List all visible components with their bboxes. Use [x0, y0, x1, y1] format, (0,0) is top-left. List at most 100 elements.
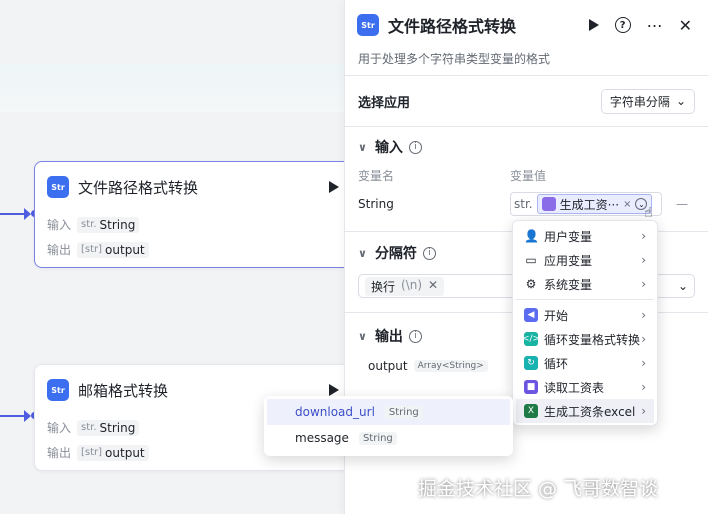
type-prefix: [str]	[81, 447, 103, 458]
dd-item-label: 生成工资条excel	[544, 404, 636, 419]
variable-picker-dropdown[interactable]: 👤 用户变量 › ▭ 应用变量 › ⚙ 系统变量 › ◀ 开始 › </> 循环…	[512, 220, 658, 426]
output-item-name: download_url	[295, 405, 375, 419]
input-value: String	[99, 217, 136, 232]
type-prefix: str.	[81, 219, 97, 230]
hand-cursor-icon: ☝	[644, 205, 653, 221]
chevron-right-icon: ›	[641, 356, 646, 370]
output-tag: [str] output	[77, 241, 149, 258]
dd-item-app-vars[interactable]: ▭ 应用变量 ›	[516, 248, 654, 272]
var-value-field[interactable]: str. 生成工资··· × ⌄	[510, 192, 662, 216]
box-icon: ■	[524, 380, 538, 394]
select-app-label: 选择应用	[358, 95, 411, 111]
panel-description: 用于处理多个字符串类型变量的格式	[358, 52, 551, 66]
output-value: output	[105, 445, 145, 460]
watermark-text: 掘金技术社区 @ 飞哥数智谈	[418, 478, 659, 500]
dd-item-label: 用户变量	[544, 229, 593, 244]
help-icon[interactable]: ?	[614, 17, 631, 33]
user-icon: 👤	[524, 229, 539, 243]
chevron-right-icon: ›	[641, 332, 646, 346]
output-label: 输出	[47, 446, 72, 460]
var-chip[interactable]: 生成工资··· × ⌄	[536, 194, 653, 214]
dd-item-system-vars[interactable]: ⚙ 系统变量 ›	[516, 272, 654, 296]
dd-item-label: 循环变量格式转换	[544, 332, 641, 347]
dd-item-read-salary[interactable]: ■ 读取工资表 ›	[516, 375, 654, 399]
info-icon[interactable]: i	[408, 329, 422, 343]
type-prefix: str.	[514, 197, 533, 211]
close-icon[interactable]: ×	[623, 199, 631, 210]
chevron-right-icon: ›	[641, 308, 646, 322]
node-title: 文件路径格式转换	[78, 178, 199, 197]
output-item-download-url[interactable]: download_url String	[267, 399, 510, 425]
chevron-right-icon: ›	[641, 229, 646, 243]
output-item-message[interactable]: message String	[267, 425, 510, 451]
run-icon[interactable]	[329, 181, 339, 193]
dd-item-label: 读取工资表	[544, 380, 605, 395]
chevron-down-icon: ⌄	[675, 94, 686, 108]
section-title: 输入	[374, 140, 403, 156]
close-icon[interactable]: ✕	[679, 16, 692, 35]
dd-item-label: 开始	[544, 308, 569, 323]
code-icon: </>	[521, 332, 541, 346]
output-tag: [str] output	[77, 444, 149, 461]
excel-icon: X	[524, 404, 538, 418]
output-submenu[interactable]: download_url String message String	[264, 396, 513, 456]
loop-icon: ↻	[524, 356, 538, 370]
separator-tag: 换行 (\n) ✕	[365, 276, 445, 296]
close-icon[interactable]: ✕	[428, 278, 438, 295]
folder-icon: ▭	[525, 253, 537, 267]
dd-item-user-vars[interactable]: 👤 用户变量 ›	[516, 224, 654, 248]
start-icon: ◀	[524, 308, 538, 322]
info-icon[interactable]: i	[408, 140, 422, 154]
chevron-down-icon: ⌄	[677, 279, 688, 293]
output-type: Array<String>	[413, 360, 488, 372]
chevron-right-icon: ›	[641, 277, 646, 291]
input-label: 输入	[47, 218, 72, 232]
app-select-value: 字符串分隔	[609, 94, 670, 109]
chevron-down-icon: ∨	[358, 140, 367, 154]
section-title: 输出	[374, 329, 403, 345]
input-label: 输入	[47, 421, 72, 435]
separator-value: 换行	[371, 279, 396, 294]
plugin-logo-icon: Str	[47, 176, 69, 198]
plugin-logo-icon: Str	[47, 379, 69, 401]
chevron-down-icon: ∨	[358, 329, 367, 343]
more-icon[interactable]: ⋯	[647, 16, 663, 35]
type-prefix: str.	[81, 422, 97, 433]
dd-item-start[interactable]: ◀ 开始 ›	[516, 303, 654, 327]
chip-label: 生成工资···	[559, 197, 620, 212]
node-file-path-convert[interactable]: Str 文件路径格式转换 输入 str. String 输出 [str] out…	[34, 161, 356, 268]
chevron-down-icon: ∨	[358, 246, 367, 260]
info-icon[interactable]: i	[422, 246, 436, 260]
chevron-right-icon: ›	[641, 380, 646, 394]
canvas-band	[0, 64, 345, 112]
type-prefix: [str]	[81, 244, 103, 255]
box-icon	[541, 197, 556, 211]
output-label: 输出	[47, 243, 72, 257]
remove-icon[interactable]: —	[676, 197, 688, 211]
output-name: output	[368, 359, 408, 373]
section-title: 分隔符	[374, 246, 417, 262]
dd-item-label: 循环	[544, 356, 569, 371]
dd-item-gen-salary-excel[interactable]: X 生成工资条excel ›	[516, 399, 654, 423]
output-value: output	[105, 242, 145, 257]
app-select[interactable]: 字符串分隔 ⌄	[600, 88, 695, 114]
panel-title: 文件路径格式转换	[388, 17, 517, 36]
dd-item-loop-format[interactable]: </> 循环变量格式转换 ›	[516, 327, 654, 351]
gear-icon: ⚙	[525, 277, 537, 291]
dd-item-label: 应用变量	[544, 253, 593, 268]
run-icon[interactable]	[588, 19, 599, 31]
plugin-logo-icon: Str	[357, 14, 379, 36]
output-item-type: String	[358, 431, 397, 445]
input-section-header[interactable]: ∨ 输入 i	[358, 127, 695, 167]
edge-arrow-node2	[24, 410, 31, 422]
input-tag: str. String	[77, 419, 140, 436]
dd-item-label: 系统变量	[544, 277, 593, 292]
run-icon[interactable]	[329, 384, 339, 396]
input-tag: str. String	[77, 216, 140, 233]
chevron-right-icon: ›	[641, 404, 646, 418]
dd-item-loop[interactable]: ↻ 循环 ›	[516, 351, 654, 375]
output-item-type: String	[384, 405, 423, 419]
input-value: String	[99, 420, 136, 435]
chevron-right-icon: ›	[641, 253, 646, 267]
var-name: String	[358, 197, 394, 211]
